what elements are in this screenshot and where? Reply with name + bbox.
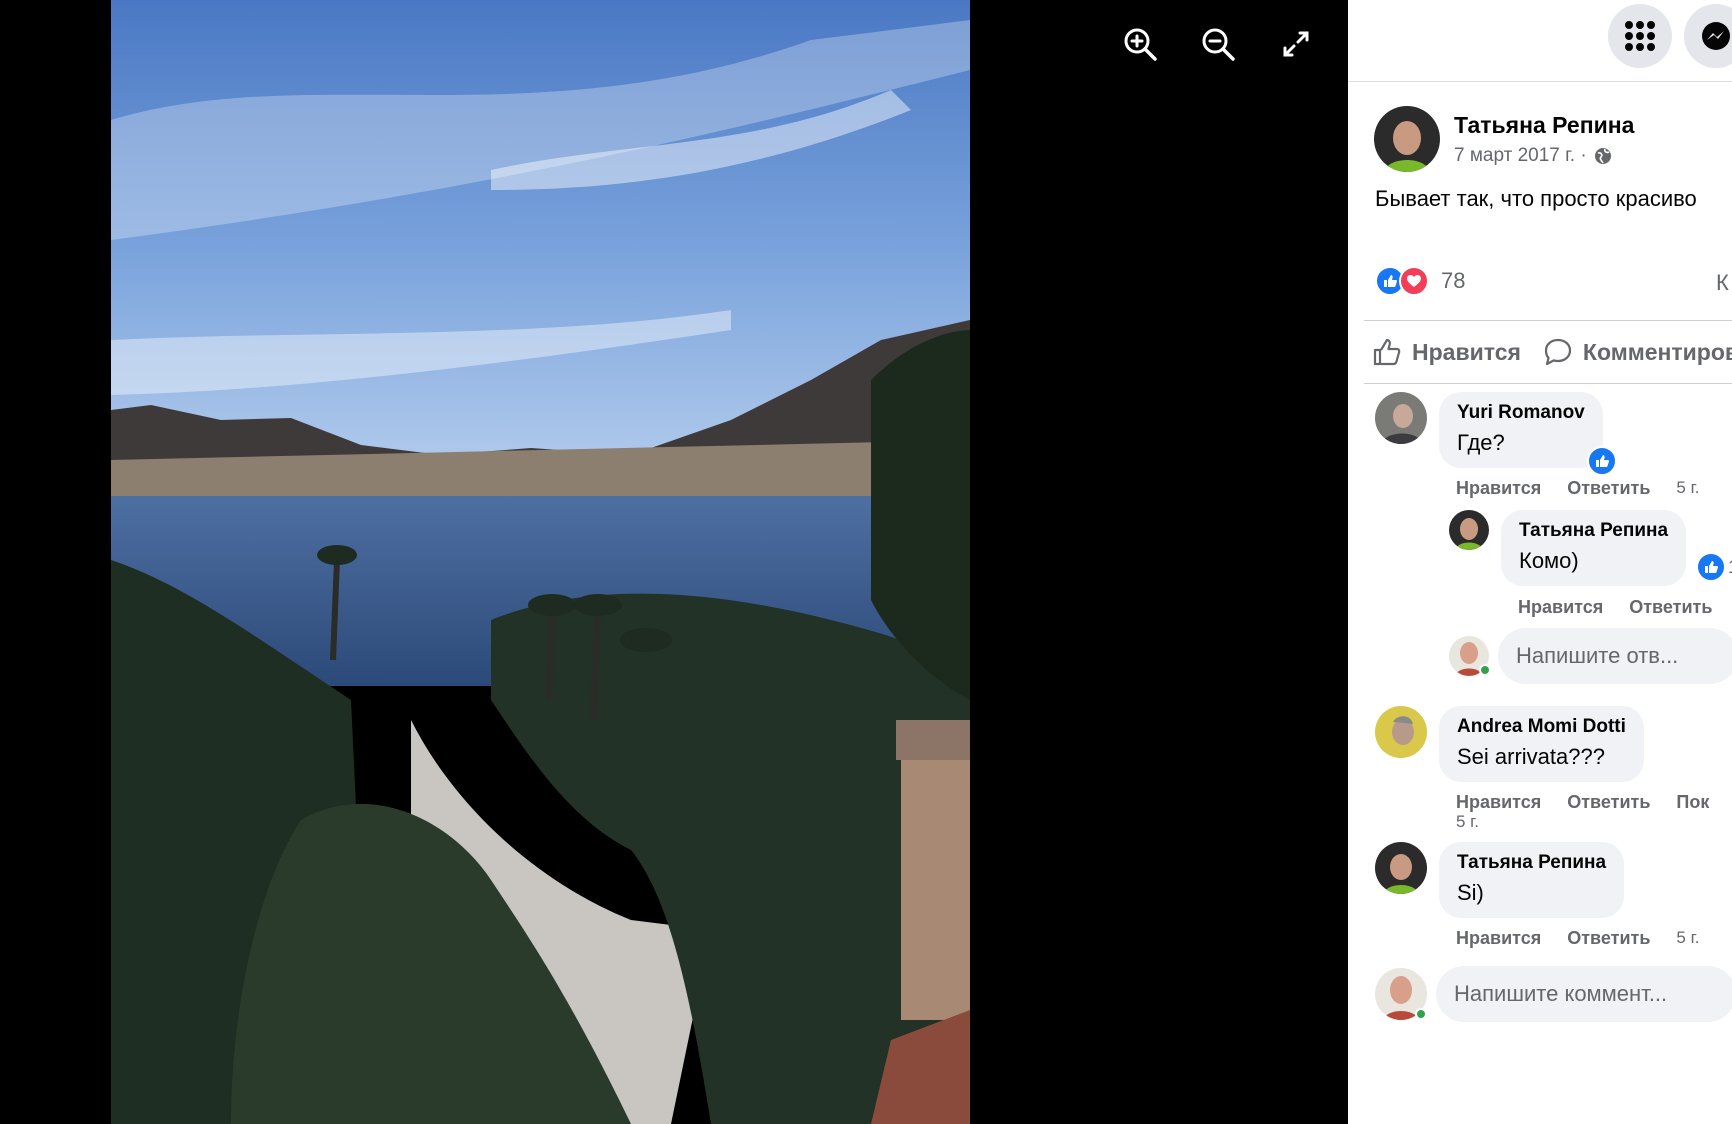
- love-reaction-icon: [1399, 266, 1429, 296]
- author-avatar[interactable]: [1374, 106, 1440, 172]
- post-action-bar: Нравится Комментировать: [1364, 320, 1732, 384]
- comment-like-link[interactable]: Нравится: [1456, 478, 1541, 499]
- replier-name[interactable]: Татьяна Репина: [1519, 520, 1668, 542]
- comment-bubble[interactable]: Татьяна Репина Si): [1439, 842, 1625, 918]
- comment-actions: Нравится Ответить 5 г.: [1456, 928, 1699, 949]
- apps-menu-button[interactable]: [1608, 4, 1672, 68]
- comment-time[interactable]: 5 г.: [1456, 812, 1479, 832]
- panel-top-bar: [1348, 0, 1732, 82]
- reply-text: Комо): [1519, 548, 1579, 573]
- reply-like-badge-icon[interactable]: [1696, 552, 1727, 582]
- post-side-panel: Татьяна Репина 7 март 2017 г. · Бывает т…: [1348, 0, 1732, 1124]
- comment-bubble[interactable]: Andrea Momi Dotti Sei arrivata???: [1439, 706, 1644, 782]
- globe-icon: [1594, 147, 1611, 164]
- messenger-button[interactable]: [1684, 4, 1732, 68]
- zoom-out-button[interactable]: [1198, 24, 1238, 64]
- comment-text: Si): [1457, 880, 1484, 905]
- viewer-toolbar: [1120, 24, 1316, 64]
- reply-bubble[interactable]: Татьяна Репина Комо) 1: [1501, 510, 1732, 586]
- comment-actions: Нравится Ответить 5 г.: [1456, 478, 1699, 499]
- commenter-avatar[interactable]: [1375, 842, 1427, 894]
- commenter-avatar[interactable]: [1375, 706, 1427, 758]
- reaction-summary[interactable]: 78: [1375, 266, 1465, 296]
- comment-like-link[interactable]: Нравится: [1456, 928, 1541, 949]
- comment-item: Yuri Romanov Где?: [1375, 392, 1617, 476]
- comment-reply-link[interactable]: Ответить: [1567, 478, 1650, 499]
- comment-item: Andrea Momi Dotti Sei arrivata???: [1375, 706, 1644, 782]
- comments-count-link[interactable]: К: [1716, 270, 1729, 296]
- online-status-icon: [1415, 1008, 1427, 1020]
- comment-time[interactable]: 5 г.: [1676, 478, 1699, 499]
- reply-reaction-count: 1: [1728, 557, 1732, 578]
- messenger-icon: [1702, 22, 1730, 50]
- photo-viewer: [0, 0, 1348, 1124]
- comment-like-badge-icon[interactable]: [1586, 446, 1617, 476]
- comment-input[interactable]: Напишите коммент...: [1436, 966, 1732, 1022]
- comment-icon: [1544, 338, 1572, 366]
- comment-text: Sei arrivata???: [1457, 744, 1605, 769]
- reply-actions: Нравится Ответить: [1518, 597, 1712, 618]
- apps-grid-icon: [1625, 21, 1655, 51]
- reply-input[interactable]: Напишите отв...: [1498, 628, 1732, 684]
- comment-button-label: Комментировать: [1582, 338, 1732, 365]
- reply-composer: [1449, 636, 1491, 676]
- reaction-count: 78: [1441, 268, 1466, 293]
- online-status-icon: [1479, 664, 1491, 676]
- fullscreen-icon: [1283, 31, 1309, 57]
- comment-bubble[interactable]: Yuri Romanov Где?: [1439, 392, 1617, 476]
- post-header: Татьяна Репина 7 март 2017 г. ·: [1374, 106, 1634, 172]
- comment-composer: [1375, 968, 1427, 1020]
- see-translation-link[interactable]: Пок: [1676, 792, 1709, 813]
- comment-text: Где?: [1457, 430, 1505, 455]
- post-photo[interactable]: [111, 0, 970, 1124]
- reply-reply-link[interactable]: Ответить: [1629, 597, 1712, 618]
- comment-item: Татьяна Репина Si): [1375, 842, 1625, 918]
- comment-actions: Нравится Ответить Пок: [1456, 792, 1709, 813]
- reply-like-link[interactable]: Нравится: [1518, 597, 1603, 618]
- comment-time[interactable]: 5 г.: [1676, 928, 1699, 949]
- comment-like-link[interactable]: Нравится: [1456, 792, 1541, 813]
- lake-landscape-image: [111, 0, 970, 1124]
- comment-button[interactable]: Комментировать: [1543, 337, 1732, 367]
- zoom-out-icon: [1202, 28, 1235, 61]
- replier-avatar[interactable]: [1449, 510, 1489, 550]
- zoom-in-icon: [1124, 28, 1157, 61]
- like-button[interactable]: Нравится: [1372, 337, 1521, 367]
- commenter-name[interactable]: Andrea Momi Dotti: [1457, 716, 1626, 738]
- author-avatar-image: [1374, 106, 1440, 172]
- commenter-name[interactable]: Yuri Romanov: [1457, 402, 1585, 424]
- reply-item: Татьяна Репина Комо) 1: [1449, 510, 1732, 586]
- post-author-name[interactable]: Татьяна Репина: [1454, 112, 1634, 139]
- comment-reply-link[interactable]: Ответить: [1567, 928, 1650, 949]
- commenter-name[interactable]: Татьяна Репина: [1457, 852, 1606, 874]
- fullscreen-button[interactable]: [1276, 24, 1316, 64]
- thumbs-up-icon: [1373, 338, 1401, 366]
- post-text: Бывает так, что просто красиво: [1375, 186, 1697, 211]
- post-date[interactable]: 7 март 2017 г. ·: [1454, 145, 1587, 167]
- like-button-label: Нравится: [1412, 338, 1521, 365]
- commenter-avatar[interactable]: [1375, 392, 1427, 444]
- comment-reply-link[interactable]: Ответить: [1567, 792, 1650, 813]
- zoom-in-button[interactable]: [1120, 24, 1160, 64]
